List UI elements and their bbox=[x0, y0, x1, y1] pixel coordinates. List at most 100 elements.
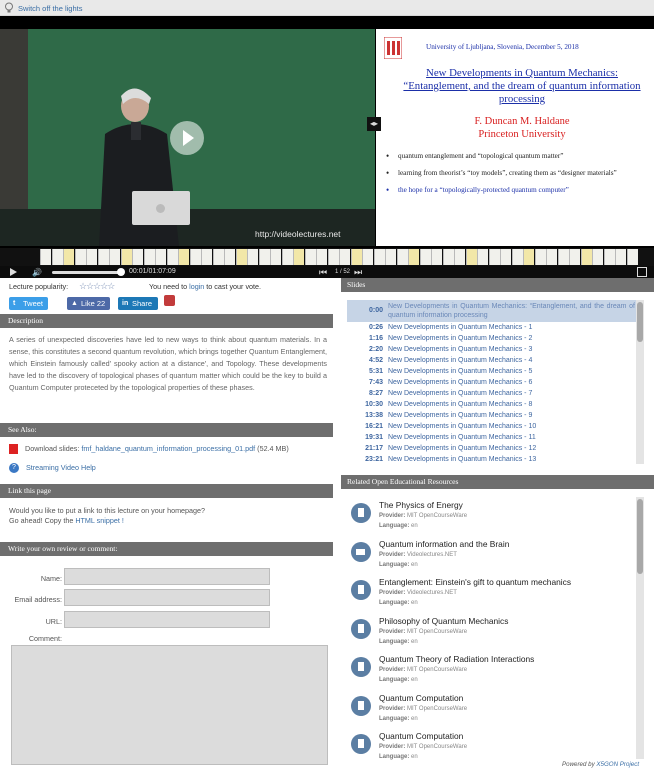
slide-thumbnail[interactable] bbox=[212, 249, 224, 265]
login-link[interactable]: login bbox=[189, 282, 204, 291]
slide-thumbnail[interactable] bbox=[258, 249, 270, 265]
next-slide-icon[interactable]: ⏭ bbox=[354, 267, 362, 278]
slide-thumbnail[interactable] bbox=[350, 249, 362, 265]
slide-thumbnail[interactable] bbox=[362, 249, 373, 265]
slide-thumbnail[interactable] bbox=[86, 249, 97, 265]
slide-list-item[interactable]: 0:00 New Developments in Quantum Mechanic… bbox=[347, 300, 637, 322]
reddit-icon[interactable] bbox=[164, 295, 175, 306]
slide-thumbnail[interactable] bbox=[201, 249, 212, 265]
slide-thumbnail[interactable] bbox=[304, 249, 316, 265]
slide-thumbnail[interactable] bbox=[569, 249, 580, 265]
slide-thumbnail-strip[interactable] bbox=[0, 248, 654, 266]
slide-thumbnail[interactable] bbox=[419, 249, 431, 265]
slide-thumbnail[interactable] bbox=[97, 249, 109, 265]
slide-thumbnail[interactable] bbox=[523, 249, 534, 265]
seek-handle[interactable] bbox=[117, 268, 125, 276]
slide-thumbnail[interactable] bbox=[327, 249, 339, 265]
slide-list-item[interactable]: 23:21 New Developments in Quantum Mechani… bbox=[347, 454, 637, 464]
slide-link[interactable]: New Developments in Quantum Mechanics - … bbox=[388, 443, 536, 454]
slide-link[interactable]: New Developments in Quantum Mechanics - … bbox=[388, 454, 536, 464]
oer-item[interactable]: Quantum Computation Provider: MIT OpenCou… bbox=[341, 690, 631, 729]
slide-thumbnail[interactable] bbox=[373, 249, 385, 265]
slide-thumbnail[interactable] bbox=[465, 249, 477, 265]
slide-link[interactable]: New Developments in Quantum Mechanics - … bbox=[388, 377, 532, 388]
slides-scrollbar[interactable] bbox=[636, 300, 644, 464]
slide-thumbnail[interactable] bbox=[580, 249, 592, 265]
oer-scrollbar[interactable] bbox=[636, 497, 644, 759]
oer-item[interactable]: Quantum Theory of Radiation Interactions… bbox=[341, 651, 631, 690]
name-input[interactable] bbox=[64, 568, 270, 585]
oer-item[interactable]: Quantum Computation Provider: MIT OpenCou… bbox=[341, 728, 631, 765]
slide-link[interactable]: New Developments in Quantum Mechanics - … bbox=[388, 322, 532, 333]
slide-thumbnail[interactable] bbox=[615, 249, 626, 265]
play-icon[interactable] bbox=[10, 268, 17, 276]
oer-item[interactable]: Entanglement: Einstein's gift to quantum… bbox=[341, 574, 631, 613]
slide-thumbnail[interactable] bbox=[189, 249, 201, 265]
oer-title[interactable]: Quantum Computation bbox=[379, 693, 463, 703]
switch-lights-link[interactable]: Switch off the lights bbox=[18, 4, 82, 13]
slide-thumbnail[interactable] bbox=[339, 249, 350, 265]
oer-title[interactable]: Philosophy of Quantum Mechanics bbox=[379, 616, 508, 626]
email-input[interactable] bbox=[64, 589, 270, 606]
slide-link[interactable]: New Developments in Quantum Mechanics - … bbox=[388, 333, 532, 344]
slide-link[interactable]: New Developments in Quantum Mechanics: “… bbox=[388, 302, 635, 320]
url-input[interactable] bbox=[64, 611, 270, 628]
slide-thumbnail[interactable] bbox=[546, 249, 557, 265]
oer-item[interactable]: Quantum information and the Brain Provide… bbox=[341, 536, 631, 575]
slide-thumbnail[interactable] bbox=[626, 249, 638, 265]
slide-thumbnail[interactable] bbox=[385, 249, 396, 265]
oer-list[interactable]: The Physics of Energy Provider: MIT OpenC… bbox=[341, 497, 631, 765]
slide-thumbnail[interactable] bbox=[247, 249, 258, 265]
slide-thumbnail[interactable] bbox=[431, 249, 442, 265]
slide-thumbnail[interactable] bbox=[51, 249, 63, 265]
slide-thumbnail[interactable] bbox=[592, 249, 603, 265]
slide-thumbnail[interactable] bbox=[408, 249, 419, 265]
x5gon-link[interactable]: X5GON Project bbox=[596, 761, 639, 768]
like-button[interactable]: ▲ Like 22 bbox=[67, 297, 110, 310]
slide-thumbnail[interactable] bbox=[477, 249, 488, 265]
slide-thumbnail[interactable] bbox=[316, 249, 327, 265]
share-button[interactable]: in Share bbox=[118, 297, 158, 310]
streaming-help-link[interactable]: Streaming Video Help bbox=[26, 463, 96, 472]
oer-title[interactable]: Quantum Theory of Radiation Interactions bbox=[379, 654, 534, 664]
oer-title[interactable]: Quantum information and the Brain bbox=[379, 539, 509, 549]
slide-thumbnail[interactable] bbox=[235, 249, 247, 265]
slide-link[interactable]: New Developments in Quantum Mechanics - … bbox=[388, 421, 536, 432]
slide-thumbnail[interactable] bbox=[120, 249, 132, 265]
slide-list-item[interactable]: 13:38 New Developments in Quantum Mechani… bbox=[347, 410, 637, 421]
slide-list-item[interactable]: 10:30 New Developments in Quantum Mechani… bbox=[347, 399, 637, 410]
slide-list-item[interactable]: 4:52 New Developments in Quantum Mechanic… bbox=[347, 355, 637, 366]
slide-thumbnail[interactable] bbox=[396, 249, 408, 265]
slide-thumbnail[interactable] bbox=[511, 249, 523, 265]
slide-list-item[interactable]: 21:17 New Developments in Quantum Mechani… bbox=[347, 443, 637, 454]
slide-thumbnail[interactable] bbox=[74, 249, 86, 265]
oer-title[interactable]: Entanglement: Einstein's gift to quantum… bbox=[379, 577, 571, 587]
slide-link[interactable]: New Developments in Quantum Mechanics - … bbox=[388, 399, 532, 410]
fullscreen-icon[interactable] bbox=[637, 267, 647, 277]
oer-title[interactable]: Quantum Computation bbox=[379, 731, 463, 741]
slide-link[interactable]: New Developments in Quantum Mechanics - … bbox=[388, 432, 536, 443]
comment-textarea[interactable] bbox=[11, 645, 328, 765]
slide-thumbnail[interactable] bbox=[281, 249, 293, 265]
play-overlay-button[interactable] bbox=[170, 121, 204, 155]
slide-list-item[interactable]: 1:16 New Developments in Quantum Mechanic… bbox=[347, 333, 637, 344]
slide-list-item[interactable]: 19:31 New Developments in Quantum Mechani… bbox=[347, 432, 637, 443]
html-snippet-link[interactable]: HTML snippet ! bbox=[75, 516, 123, 525]
split-toggle-icon[interactable]: ◂▸ bbox=[367, 117, 381, 131]
slides-list[interactable]: 0:00 New Developments in Quantum Mechanic… bbox=[347, 300, 637, 464]
slide-thumbnail[interactable] bbox=[155, 249, 166, 265]
slide-thumbnail[interactable] bbox=[40, 249, 51, 265]
slide-list-item[interactable]: 7:43 New Developments in Quantum Mechanic… bbox=[347, 377, 637, 388]
slide-thumbnail[interactable] bbox=[224, 249, 235, 265]
slide-link[interactable]: New Developments in Quantum Mechanics - … bbox=[388, 410, 532, 421]
slide-thumbnail[interactable] bbox=[534, 249, 546, 265]
seek-bar[interactable] bbox=[52, 271, 122, 274]
slide-thumbnail[interactable] bbox=[166, 249, 178, 265]
slide-thumbnail[interactable] bbox=[109, 249, 120, 265]
tweet-button[interactable]: t Tweet bbox=[9, 297, 48, 310]
slide-link[interactable]: New Developments in Quantum Mechanics - … bbox=[388, 388, 532, 399]
download-slides-link[interactable]: fmf_haldane_quantum_information_processi… bbox=[81, 444, 255, 453]
slide-thumbnail[interactable] bbox=[603, 249, 615, 265]
volume-icon[interactable]: 🔊 bbox=[32, 268, 42, 277]
star-rating-icon[interactable]: ☆☆☆☆☆ bbox=[79, 281, 115, 292]
